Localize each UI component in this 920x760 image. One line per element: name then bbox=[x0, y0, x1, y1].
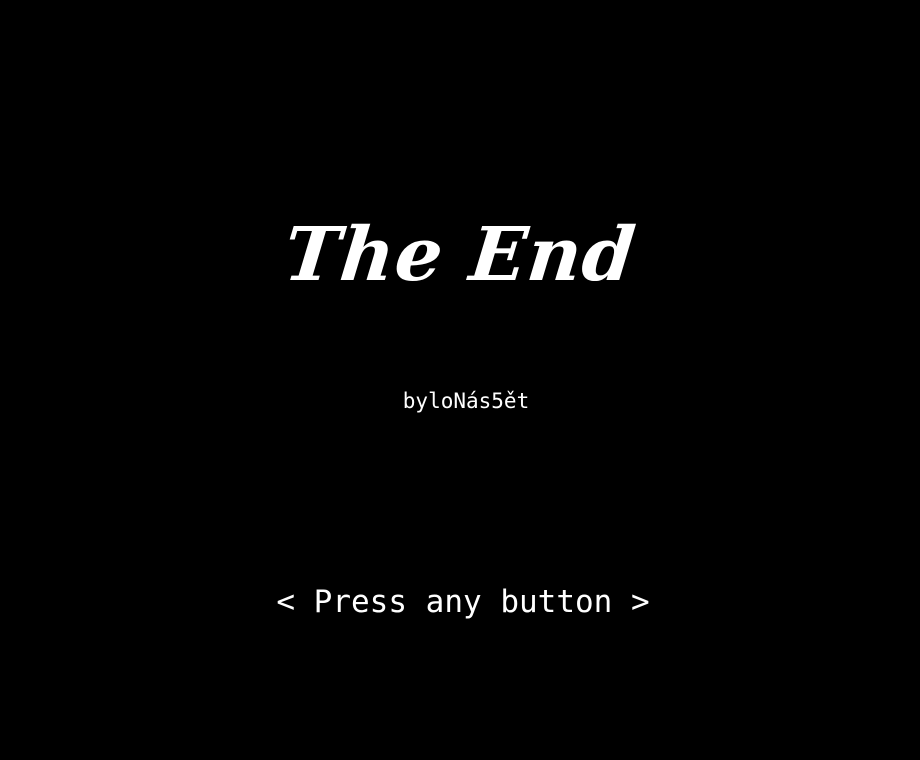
end-title: The End bbox=[280, 212, 640, 298]
press-any-button-prompt[interactable]: < Press any button > bbox=[0, 580, 920, 624]
end-screen[interactable]: The End byloNás5ět < Press any button > bbox=[0, 0, 920, 760]
author-credit: byloNás5ět bbox=[402, 389, 530, 413]
